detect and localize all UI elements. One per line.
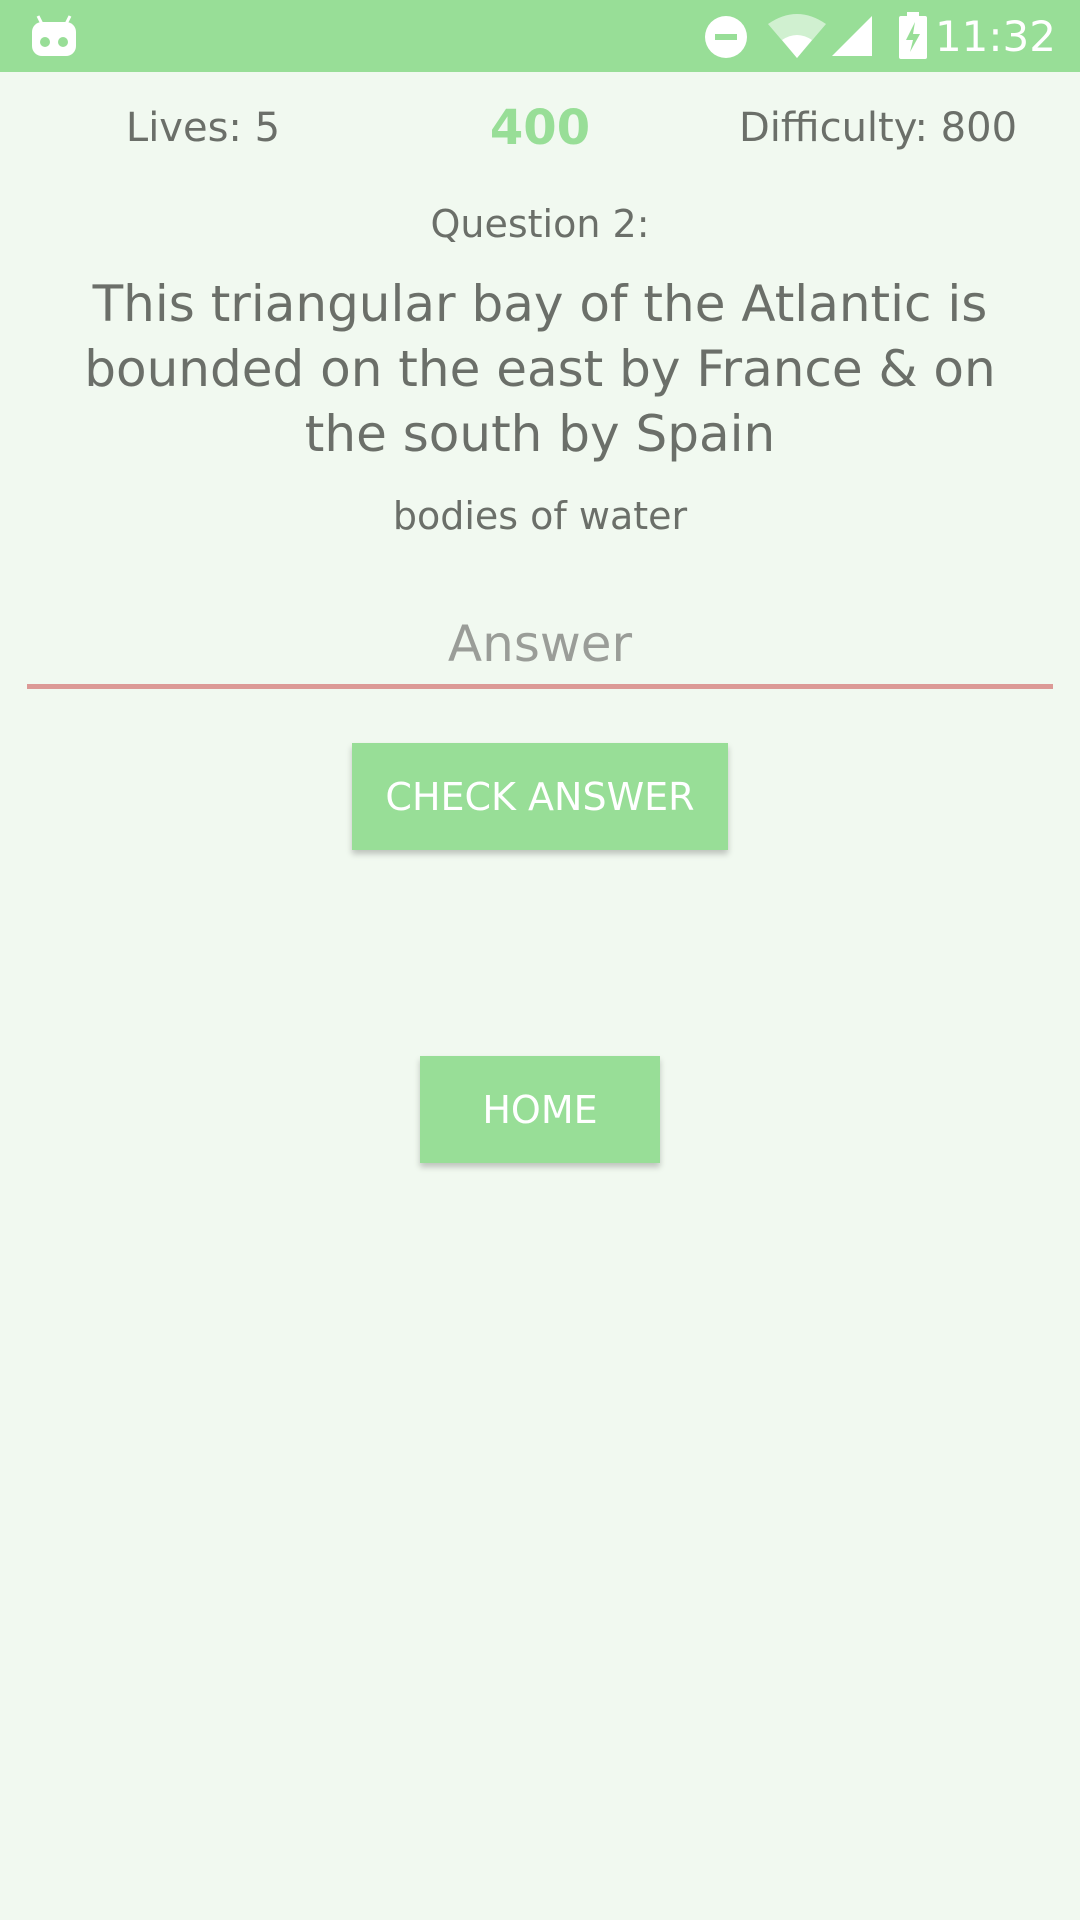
android-icon: [32, 15, 76, 56]
cell-signal-icon: [832, 16, 872, 56]
question-text: This triangular bay of the Atlantic is b…: [84, 275, 996, 463]
home-button[interactable]: HOME: [420, 1056, 660, 1163]
answer-input[interactable]: [27, 604, 1053, 689]
trivia-screen: 11:32 Lives: 5 400 Difficulty: 800 Quest…: [0, 0, 1080, 1920]
battery-charging-icon: [899, 12, 927, 59]
difficulty-value: Difficulty: 800: [738, 105, 1018, 151]
question-number: Question 2:: [430, 202, 650, 246]
score-value: 400: [489, 100, 591, 156]
status-clock: 11:32: [934, 12, 1056, 61]
wifi-icon: [768, 14, 826, 58]
status-bar: 11:32: [0, 0, 1080, 72]
check-answer-button[interactable]: CHECK ANSWER: [352, 743, 728, 850]
do-not-disturb-icon: [705, 16, 747, 58]
question-category: bodies of water: [392, 494, 688, 538]
